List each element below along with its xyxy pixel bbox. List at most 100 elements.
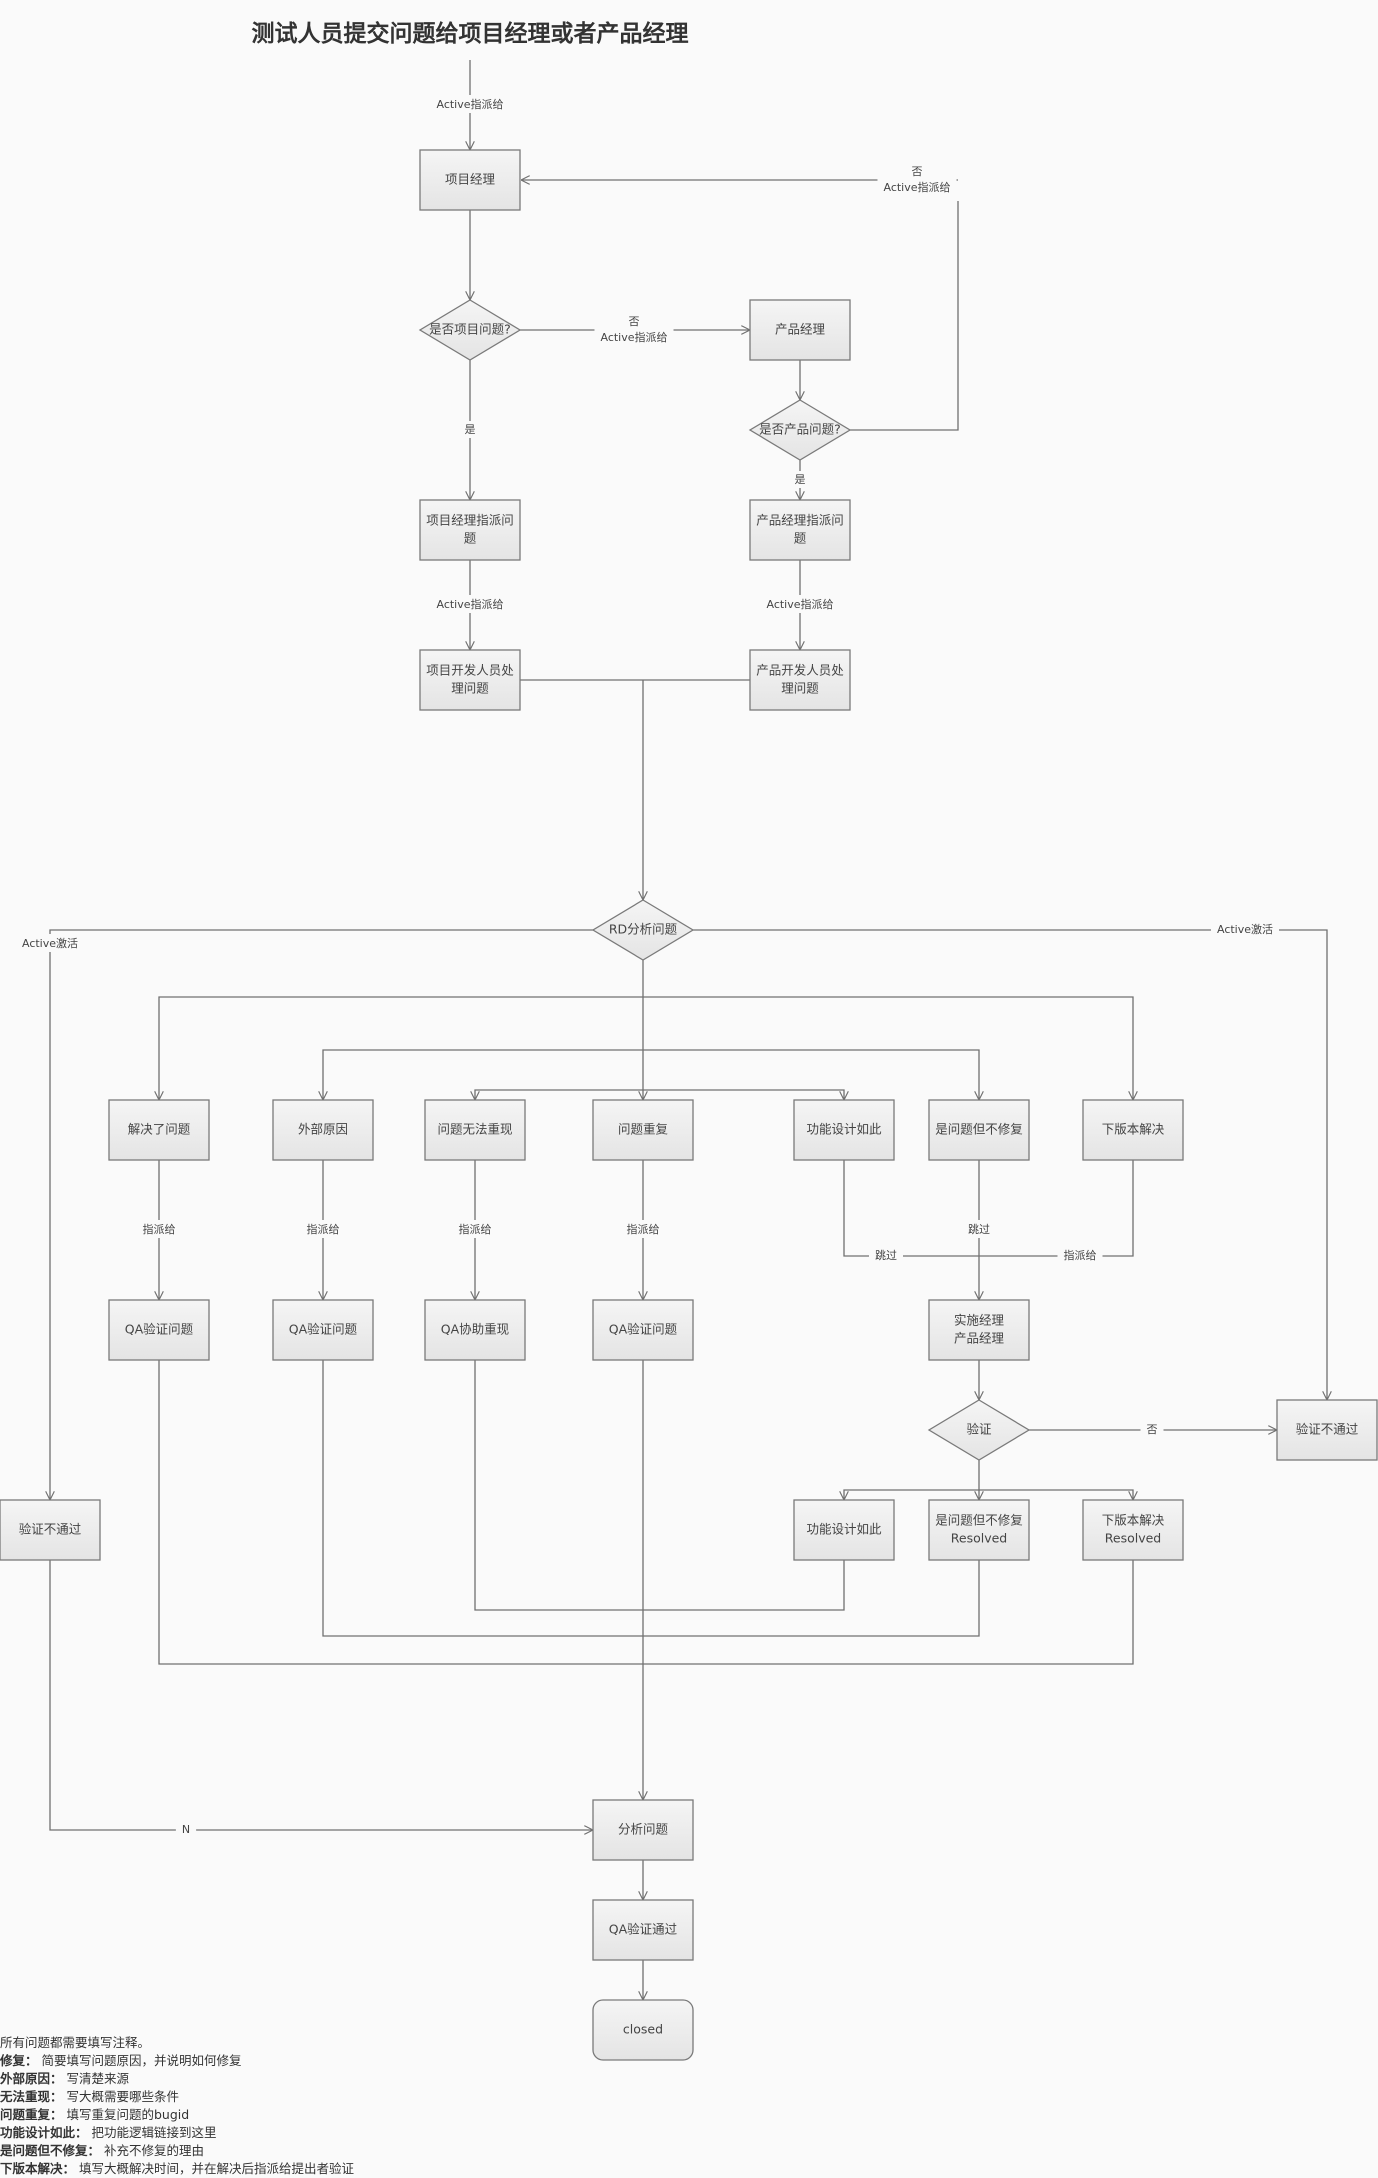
node-label: 实施经理 (954, 1313, 1005, 1328)
node-resolved: 解决了问题 (108, 1099, 210, 1161)
node-impl-manager: 实施经理产品经理 (928, 1299, 1030, 1361)
note-text: 写大概需要哪些条件 (62, 2089, 179, 2104)
note-item: 功能设计如此： 把功能逻辑链接到这里 (0, 2124, 354, 2142)
svg-text:Active指派给: Active指派给 (600, 330, 667, 344)
node-label: 题 (794, 531, 807, 546)
node-label: 是问题但不修复 (935, 1122, 1023, 1137)
edge-verify-next-version (979, 1489, 1133, 1500)
node-label: 项目经理 (445, 172, 496, 187)
note-text: 写清楚来源 (62, 2071, 129, 2086)
node-pm-project: 项目经理 (419, 149, 521, 211)
note-key: 外部原因： (0, 2071, 63, 2086)
node-analyze: 分析问题 (592, 1799, 694, 1861)
edge-labels-layer: Active指派给否Active指派给否Active指派给是是Active指派给… (15, 95, 1280, 1838)
node-is-product-issue: 是否产品问题? (748, 399, 852, 461)
edge-verify-by-design (844, 1489, 979, 1500)
note-item: 是问题但不修复： 补充不修复的理由 (0, 2142, 354, 2160)
node-label: 题 (464, 531, 477, 546)
edge-next-version-assign (979, 1160, 1134, 1257)
node-closed: closed (592, 1999, 694, 2061)
note-item: 下版本解决： 填写大概解决时间，并在解决后指派给提出者验证 (0, 2160, 354, 2178)
edge-label-assign-next-version: 指派给 (1057, 1246, 1103, 1264)
edge-to-by-design (643, 1089, 844, 1100)
edge-label-start: Active指派给 (430, 95, 510, 113)
node-label: 问题重复 (618, 1122, 669, 1137)
svg-text:Active指派给: Active指派给 (436, 597, 503, 611)
edge-label-assign-3: 指派给 (452, 1220, 498, 1238)
svg-text:跳过: 跳过 (875, 1248, 897, 1262)
note-text: 补充不修复的理由 (100, 2143, 204, 2158)
node-verify-fail-left: 验证不通过 (0, 1499, 101, 1561)
edge-label-skip-wont-fix: 跳过 (962, 1220, 996, 1238)
node-label: 问题无法重现 (437, 1122, 512, 1137)
note-key: 下版本解决： (0, 2161, 76, 2176)
node-wont-fix: 是问题但不修复 (928, 1099, 1030, 1161)
node-qa-pass: QA验证通过 (592, 1899, 694, 1961)
node-product-dev: 产品开发人员处理问题 (749, 649, 851, 711)
note-text: 填写大概解决时间，并在解决后指派给提出者验证 (75, 2161, 354, 2176)
node-label: QA协助重现 (441, 1322, 509, 1337)
edge-label-assign-1: 指派给 (136, 1220, 182, 1238)
edge-label-assign-2: 指派给 (300, 1220, 346, 1238)
svg-text:指派给: 指派给 (627, 1222, 660, 1236)
nodes-layer: 项目经理是否项目问题? 产品经理是否产品问题?项目经理指派问题产品经理指派问题项目… (0, 149, 1378, 2061)
edge-to-external (323, 1049, 643, 1100)
node-label: 是否产品问题? (759, 422, 841, 437)
edge-label-project-yes: 是 (458, 421, 482, 438)
edge-label-reactivate-right: Active激活 (1210, 920, 1280, 938)
node-cannot-reproduce: 问题无法重现 (424, 1099, 526, 1161)
edge-to-resolved (159, 996, 643, 1100)
edge-label-product-no-2: Active指派给 (877, 178, 957, 196)
notes-intro: 所有问题都需要填写注释。 (0, 2035, 151, 2050)
node-label: 产品经理 (954, 1331, 1005, 1346)
node-label: 下版本解决 (1102, 1122, 1165, 1137)
svg-text:指派给: 指派给 (1064, 1248, 1097, 1262)
node-verify-fail-right: 验证不通过 (1276, 1399, 1378, 1461)
node-verify: 验证 (927, 1399, 1031, 1461)
node-label: 解决了问题 (128, 1122, 191, 1137)
edge-label-product-yes: 是 (788, 471, 812, 488)
svg-text:Active指派给: Active指派给 (436, 97, 503, 111)
notes-legend: 所有问题都需要填写注释。 修复： 简要填写问题原因，并说明如何修复外部原因： 写… (0, 2034, 354, 2178)
edge-label-project-no-1: 否 (622, 313, 646, 330)
node-by-design: 功能设计如此 (793, 1099, 895, 1161)
node-label: 分析问题 (618, 1822, 669, 1837)
node-label: 理问题 (451, 681, 489, 696)
node-project-dev: 项目开发人员处理问题 (419, 649, 521, 711)
node-label: 项目经理指派问 (426, 513, 514, 528)
node-project-assign: 项目经理指派问题 (419, 499, 521, 561)
svg-text:Active指派给: Active指派给 (883, 180, 950, 194)
node-product-assign: 产品经理指派问题 (749, 499, 851, 561)
edge-by-design-skip (843, 1160, 979, 1257)
svg-text:指派给: 指派给 (143, 1222, 176, 1236)
node-pm-product: 产品经理 (749, 299, 851, 361)
node-label: RD分析问题 (609, 922, 678, 937)
node-label: 功能设计如此 (806, 1522, 882, 1537)
node-qa-reproduce: QA协助重现 (424, 1299, 526, 1361)
edges-layer (50, 60, 1327, 2000)
node-wont-fix-resolved: 是问题但不修复 Resolved (928, 1499, 1030, 1561)
node-by-design-2: 功能设计如此 (793, 1499, 895, 1561)
svg-text:跳过: 跳过 (968, 1222, 990, 1236)
node-label: 外部原因 (298, 1122, 348, 1137)
note-text: 简要填写问题原因，并说明如何修复 (37, 2053, 242, 2068)
note-key: 修复： (0, 2053, 38, 2068)
edge-to-next-version (643, 996, 1133, 1100)
node-label: 下版本解决 (1102, 1513, 1165, 1528)
svg-text:Active激活: Active激活 (1217, 922, 1273, 936)
note-key: 是问题但不修复： (0, 2143, 101, 2158)
node-label: QA验证问题 (609, 1322, 678, 1337)
edge-by-design-return (474, 1360, 845, 1611)
node-next-version-resolved: 下版本解决 Resolved (1082, 1499, 1184, 1561)
note-text: 把功能逻辑链接到这里 (87, 2125, 217, 2140)
node-label: 项目开发人员处 (426, 663, 514, 678)
svg-text:N: N (182, 1823, 190, 1836)
node-label: 产品经理指派问 (756, 513, 844, 528)
edge-label-product-no-1: 否 (905, 163, 929, 180)
node-label: 功能设计如此 (806, 1122, 882, 1137)
edge-fail-to-analyze (49, 1560, 593, 1830)
node-label: 是否项目问题? (429, 322, 511, 337)
svg-text:否: 否 (912, 165, 923, 178)
node-is-project-issue: 是否项目问题? (418, 299, 522, 361)
svg-text:否: 否 (1147, 1423, 1158, 1436)
